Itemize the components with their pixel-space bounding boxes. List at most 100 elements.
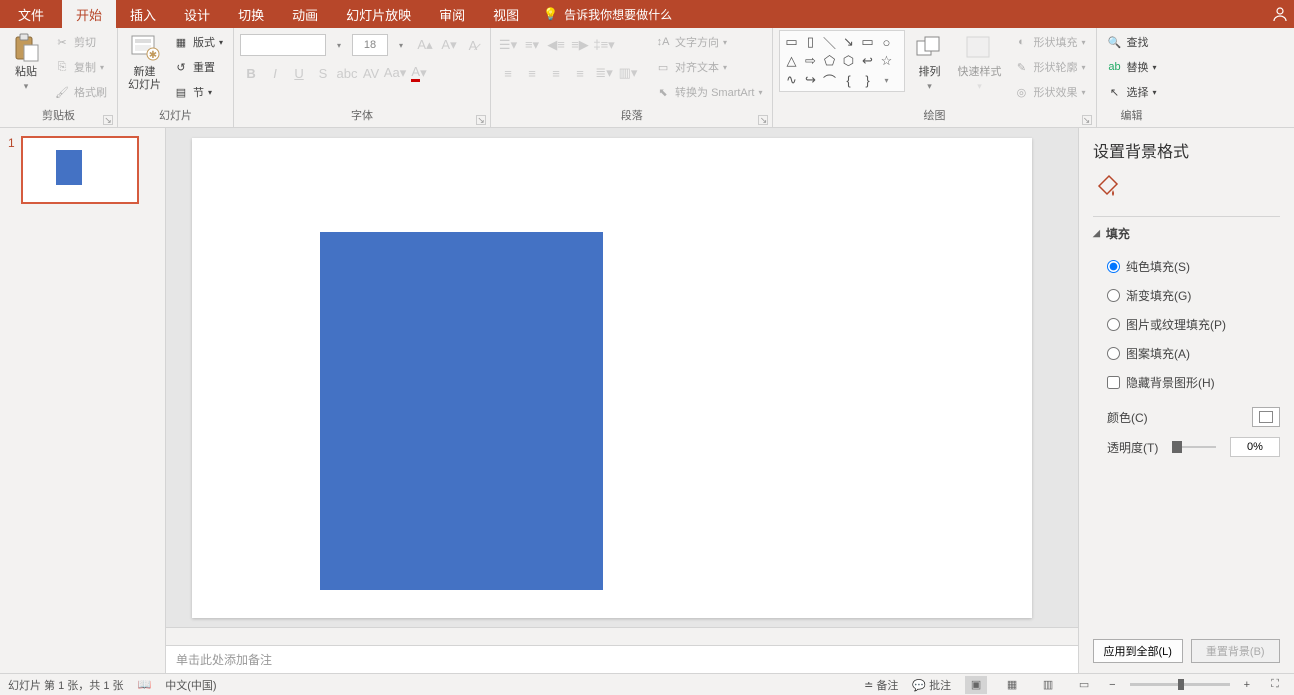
find-button[interactable]: 🔍查找 [1103,30,1161,54]
shape-more-icon[interactable]: ▾ [877,71,895,89]
font-name-input[interactable] [240,34,326,56]
spacing-icon[interactable]: AV [360,62,382,84]
clear-format-icon[interactable]: A̷ [462,34,484,56]
shape-curve-icon[interactable]: ∿ [782,71,800,89]
slide-canvas[interactable] [192,138,1032,618]
reset-bg-button[interactable]: 重置背景(B) [1191,639,1281,663]
notes-toggle[interactable]: ≐ 备注 [864,677,898,693]
horizontal-scrollbar[interactable] [166,627,1078,645]
tab-transition[interactable]: 切换 [224,0,278,28]
tab-view[interactable]: 视图 [479,0,533,28]
shape-effects-button[interactable]: ◎形状效果▾ [1009,80,1089,104]
normal-view-icon[interactable]: ▣ [965,676,987,694]
select-button[interactable]: ↖选择▾ [1103,80,1161,104]
text-direction-button[interactable]: ↕A文字方向▾ [651,30,766,54]
shape-hex-icon[interactable]: ⬡ [839,52,857,70]
quick-styles-button[interactable]: 快速样式 ▾ [953,30,1005,94]
tab-animation[interactable]: 动画 [278,0,332,28]
fit-window-icon[interactable]: ⛶ [1264,676,1286,694]
tab-file[interactable]: 文件 [0,0,62,28]
tab-slideshow[interactable]: 幻灯片放映 [332,0,425,28]
notes-pane[interactable]: 单击此处添加备注 [166,645,1078,673]
shape-star-icon[interactable]: ☆ [877,52,895,70]
tab-review[interactable]: 审阅 [425,0,479,28]
shape-arrow-icon[interactable]: ↘ [839,33,857,51]
radio-solid-fill[interactable]: 纯色填充(S) [1107,258,1280,275]
underline-icon[interactable]: U [288,62,310,84]
tab-design[interactable]: 设计 [170,0,224,28]
shape-arc-icon[interactable]: ⌒ [820,71,838,89]
bold-icon[interactable]: B [240,62,262,84]
increase-indent-icon[interactable]: ≡▶ [569,34,591,56]
shape-gallery[interactable]: ▭ ▯ ＼ ↘ ▭ ○ △ ⇨ ⬠ ⬡ ↩ ☆ ∿ ↪ ⌒ { } ▾ [779,30,905,92]
radio-pattern-fill[interactable]: 图案填充(A) [1107,345,1280,362]
color-picker-button[interactable] [1252,407,1280,427]
reset-button[interactable]: ↺重置 [169,55,227,79]
shape-brace-r-icon[interactable]: } [858,71,876,89]
align-center-icon[interactable]: ≡ [521,62,543,84]
font-size-input[interactable] [352,34,388,56]
shape-pentagon-icon[interactable]: ⬠ [820,52,838,70]
distribute-icon[interactable]: ≣▾ [593,62,615,84]
strike-icon[interactable]: S [312,62,334,84]
bullets-icon[interactable]: ☰▾ [497,34,519,56]
sorter-view-icon[interactable]: ▦ [1001,676,1023,694]
new-slide-button[interactable]: ✱ 新建 幻灯片 [124,30,165,94]
shape-connector-icon[interactable]: ↪ [801,71,819,89]
shape-brace-l-icon[interactable]: { [839,71,857,89]
paragraph-dialog-launcher[interactable]: ↘ [758,115,768,125]
apply-all-button[interactable]: 应用到全部(L) [1093,639,1183,663]
shape-fill-button[interactable]: ◐形状填充▾ [1009,30,1089,54]
line-spacing-icon[interactable]: ‡≡▾ [593,34,615,56]
italic-icon[interactable]: I [264,62,286,84]
section-button[interactable]: ▤节▾ [169,80,227,104]
transparency-input[interactable] [1230,437,1280,457]
shape-line-icon[interactable]: ＼ [820,33,838,51]
language-label[interactable]: 中文(中国) [165,677,216,693]
columns-icon[interactable]: ▥▾ [617,62,639,84]
replace-button[interactable]: ab替换▾ [1103,55,1161,79]
format-painter-button[interactable]: 🖌格式刷 [50,80,111,104]
numbering-icon[interactable]: ≡▾ [521,34,543,56]
shape-vtextbox-icon[interactable]: ▯ [801,33,819,51]
slide-thumbnail-1[interactable]: 1 [0,136,165,204]
reading-view-icon[interactable]: ▥ [1037,676,1059,694]
checkbox-hide-bg[interactable]: 隐藏背景图形(H) [1107,374,1280,391]
font-color-icon[interactable]: A▾ [408,62,430,84]
shape-larrow-icon[interactable]: ↩ [858,52,876,70]
align-right-icon[interactable]: ≡ [545,62,567,84]
shadow-icon[interactable]: abc [336,62,358,84]
align-text-button[interactable]: ▭对齐文本▾ [651,55,766,79]
clipboard-dialog-launcher[interactable]: ↘ [103,115,113,125]
transparency-slider[interactable] [1172,446,1216,448]
font-name-dropdown[interactable]: ▾ [328,34,350,56]
cut-button[interactable]: ✂剪切 [50,30,111,54]
spellcheck-icon[interactable]: 📖 [138,678,152,691]
paste-button[interactable]: 粘贴 ▾ [6,30,46,94]
tab-home[interactable]: 开始 [62,0,116,28]
blue-rectangle-shape[interactable] [320,232,603,590]
radio-picture-fill[interactable]: 图片或纹理填充(P) [1107,316,1280,333]
font-size-dropdown[interactable]: ▾ [390,34,412,56]
layout-button[interactable]: ▦版式▾ [169,30,227,54]
decrease-indent-icon[interactable]: ◀≡ [545,34,567,56]
comments-toggle[interactable]: 💬 批注 [912,677,951,693]
tab-insert[interactable]: 插入 [116,0,170,28]
shape-outline-button[interactable]: ✎形状轮廓▾ [1009,55,1089,79]
radio-gradient-fill[interactable]: 渐变填充(G) [1107,287,1280,304]
shape-rarrow-icon[interactable]: ⇨ [801,52,819,70]
decrease-font-icon[interactable]: A▾ [438,34,460,56]
fill-section-header[interactable]: ◢ 填充 [1093,216,1280,242]
tell-me-search[interactable]: 💡 告诉我你想要做什么 [543,0,672,28]
user-icon[interactable] [1266,0,1294,28]
align-left-icon[interactable]: ≡ [497,62,519,84]
slideshow-view-icon[interactable]: ▭ [1073,676,1095,694]
justify-icon[interactable]: ≡ [569,62,591,84]
drawing-dialog-launcher[interactable]: ↘ [1082,115,1092,125]
zoom-slider[interactable] [1130,683,1230,686]
convert-smartart-button[interactable]: ⬉转换为 SmartArt▾ [651,80,766,104]
font-dialog-launcher[interactable]: ↘ [476,115,486,125]
shape-textbox-icon[interactable]: ▭ [782,33,800,51]
copy-button[interactable]: ⎘复制▾ [50,55,111,79]
change-case-icon[interactable]: Aa▾ [384,62,406,84]
